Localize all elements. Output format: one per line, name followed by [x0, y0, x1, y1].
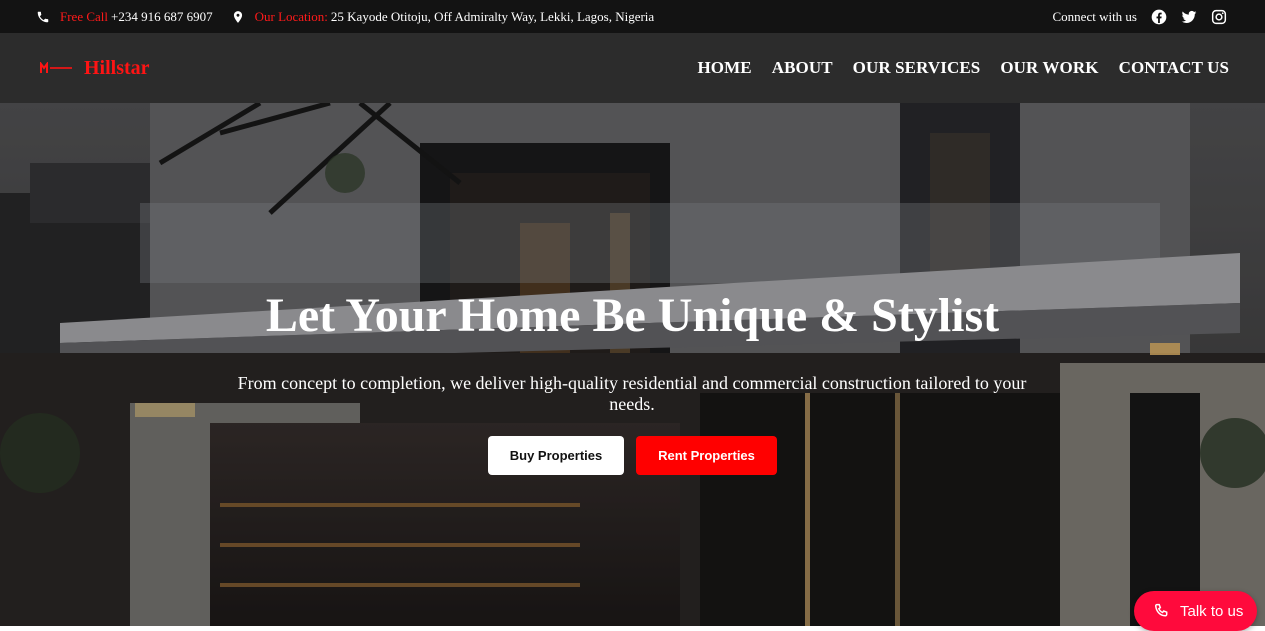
phone-icon [1152, 602, 1170, 620]
phone-icon [36, 10, 50, 24]
connect-label: Connect with us [1052, 8, 1138, 24]
hero-content: Let Your Home Be Unique & Stylist From c… [0, 103, 1265, 626]
twitter-icon[interactable] [1181, 9, 1197, 25]
main-navbar: Hillstar HOME ABOUT OUR SERVICES OUR WOR… [0, 33, 1265, 103]
brand-name[interactable]: Hillstar [84, 57, 150, 80]
hero-buttons: Buy Properties Rent Properties [0, 436, 1265, 475]
nav-about[interactable]: ABOUT [772, 58, 833, 78]
phone-number[interactable]: +234 916 687 6907 [111, 9, 213, 25]
brand[interactable]: Hillstar [40, 57, 150, 80]
location-address: 25 Kayode Otitoju, Off Admiralty Way, Le… [330, 8, 655, 24]
brand-logo[interactable] [40, 62, 74, 74]
phone-label: Free Call [60, 8, 109, 24]
hero-section: Let Your Home Be Unique & Stylist From c… [0, 103, 1265, 626]
buy-properties-button[interactable]: Buy Properties [488, 436, 624, 475]
primary-nav: HOME ABOUT OUR SERVICES OUR WORK CONTACT… [697, 58, 1229, 78]
map-pin-icon [231, 10, 245, 24]
location-contact: Our Location: 25 Kayode Otitoju, Off Adm… [231, 8, 655, 25]
top-contact-bar: Free Call +234 916 687 6907 Our Location… [0, 0, 1265, 33]
talk-to-us-button[interactable]: Talk to us [1134, 591, 1257, 631]
hero-title: Let Your Home Be Unique & Stylist [265, 289, 1000, 342]
instagram-icon[interactable] [1211, 9, 1227, 25]
hero-subtitle: From concept to completion, we deliver h… [237, 373, 1027, 414]
nav-home[interactable]: HOME [697, 58, 751, 78]
nav-our-work[interactable]: OUR WORK [1000, 58, 1098, 78]
nav-our-services[interactable]: OUR SERVICES [853, 58, 981, 78]
rent-properties-button[interactable]: Rent Properties [636, 436, 777, 475]
phone-contact[interactable]: Free Call +234 916 687 6907 [36, 9, 213, 25]
facebook-icon[interactable] [1151, 9, 1167, 25]
location-label: Our Location: [254, 8, 328, 24]
talk-label: Talk to us [1180, 602, 1244, 620]
nav-contact-us[interactable]: CONTACT US [1119, 58, 1229, 78]
